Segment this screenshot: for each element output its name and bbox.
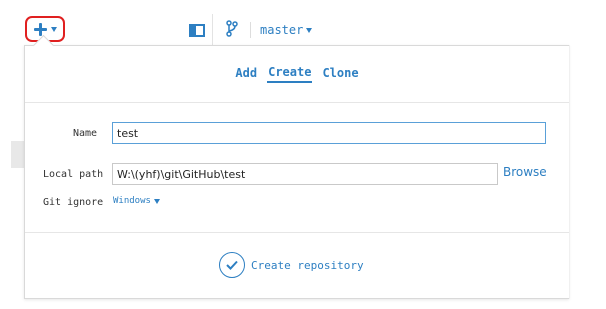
chevron-down-icon [50, 26, 57, 32]
browse-button[interactable]: Browse [503, 165, 547, 179]
create-repository-label: Create repository [251, 258, 364, 272]
background-list-stub [11, 141, 25, 168]
local-path-label: Local path [43, 169, 104, 180]
sidebar-toggle-icon[interactable] [189, 24, 205, 37]
tab-clone[interactable]: Clone [321, 66, 359, 82]
tab-create[interactable]: Create [267, 65, 313, 83]
checkmark-icon [226, 260, 238, 270]
chevron-down-icon [153, 198, 160, 204]
git-ignore-value: Windows [113, 196, 151, 206]
local-path-input[interactable] [112, 163, 498, 185]
name-label: Name [73, 128, 98, 139]
tab-bar: Add Create Clone [25, 46, 569, 103]
branch-divider [250, 22, 251, 38]
panel-right-edge [569, 45, 570, 299]
git-ignore-label: Git ignore [43, 197, 104, 208]
git-branch-icon[interactable] [226, 20, 238, 37]
check-circle-icon [219, 252, 245, 278]
branch-selector[interactable]: master [260, 22, 313, 38]
git-ignore-select[interactable]: Windows [113, 196, 160, 206]
name-input[interactable] [112, 122, 546, 144]
branch-name: master [260, 23, 304, 37]
chevron-down-icon [306, 27, 313, 33]
tab-add[interactable]: Add [234, 66, 258, 82]
footer-divider [25, 232, 569, 233]
plus-icon [33, 22, 47, 36]
add-create-clone-popover: Add Create Clone Name Local path Browse … [24, 34, 569, 299]
create-repository-button[interactable]: Create repository [219, 250, 364, 280]
